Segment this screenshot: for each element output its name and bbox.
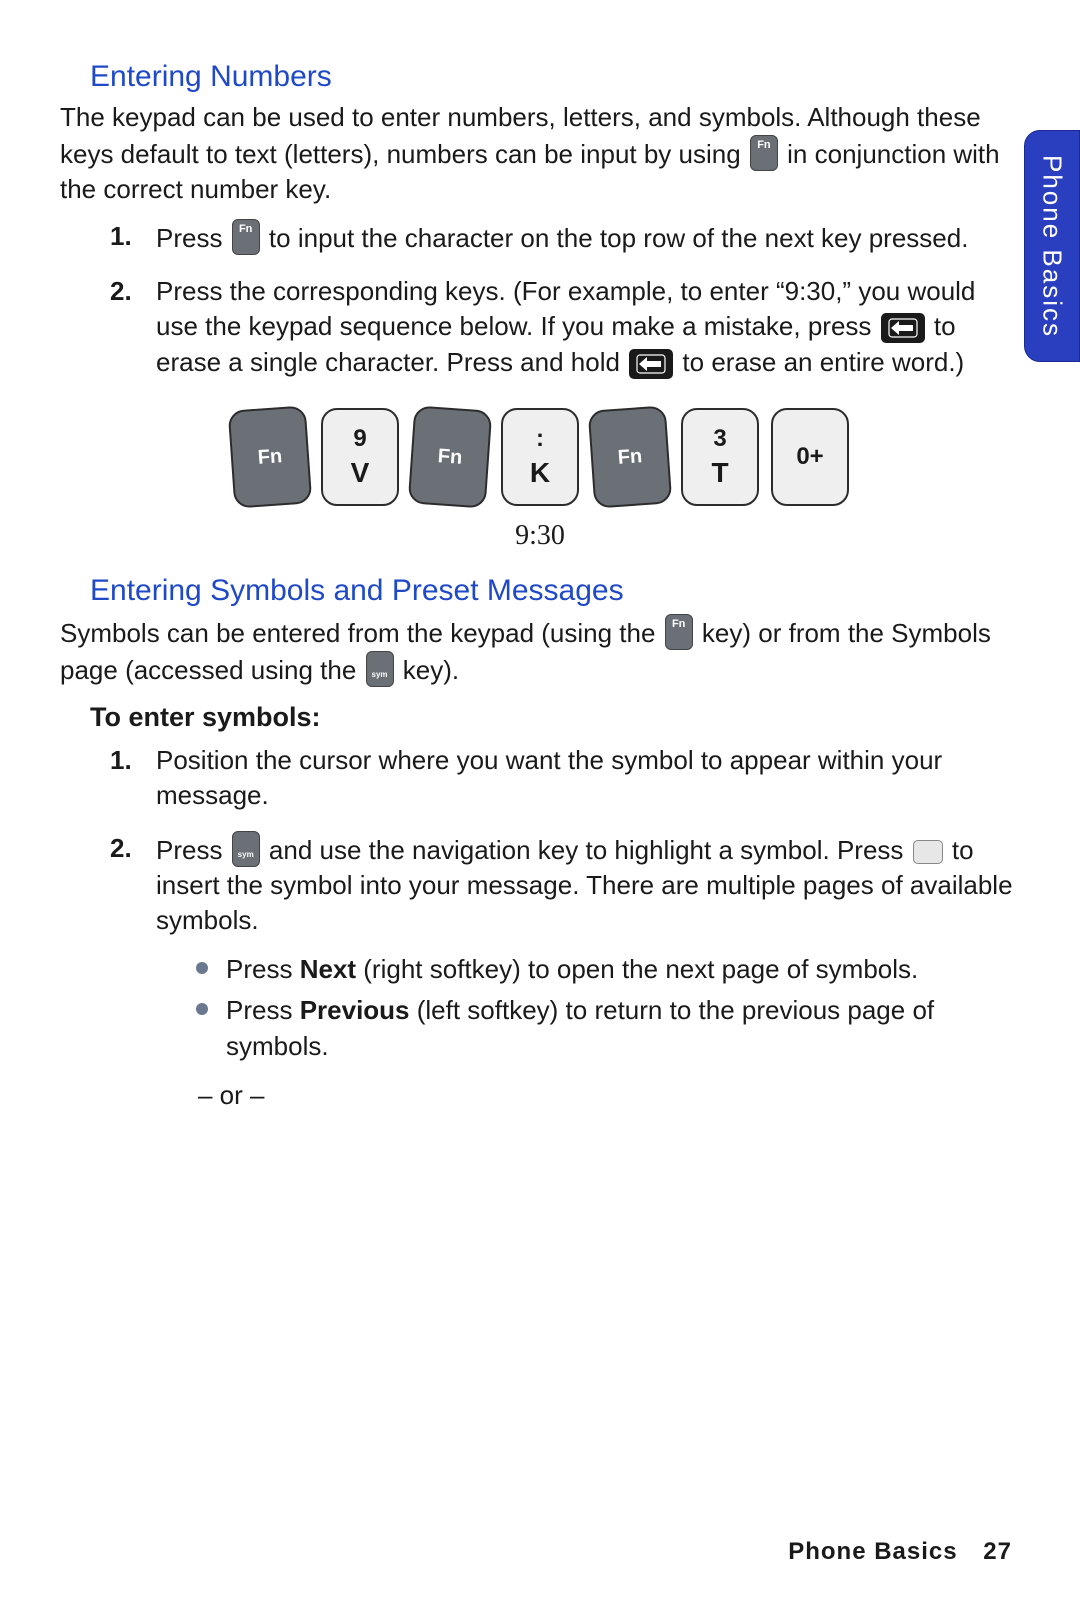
text: (right softkey) to open the next page of… [356,954,918,984]
intro-entering-symbols: Symbols can be entered from the keypad (… [60,614,1020,688]
text: Press [226,954,300,984]
sym-key-label: sym [367,670,393,681]
steps-entering-numbers: 1. Press Fn to input the character on th… [110,219,1020,379]
text: to erase an entire word.) [682,347,964,377]
section-tab-label: Phone Basics [1037,155,1068,338]
step-number: 1. [110,743,132,778]
step-1: 1. Press Fn to input the character on th… [110,219,1020,256]
text: Press [226,995,300,1025]
sym-key-label: sym [233,850,259,861]
step-2: 2. Press sym and use the navigation key … [110,831,1020,1113]
intro-entering-numbers: The keypad can be used to enter numbers,… [60,100,1020,207]
fn-key-icon: Fn [232,219,260,255]
text: to input the character on the top row of… [269,223,969,253]
fn-key-label: Fn [666,617,692,632]
bullet-previous: Press Previous (left softkey) to return … [196,993,1020,1063]
key-sequence-figure: Fn 9V Fn :K Fn 3T 0+ [60,408,1020,506]
key-0plus: 0+ [771,408,849,506]
heading-entering-numbers: Entering Numbers [90,60,1020,94]
fn-key-icon: Fn [665,614,693,650]
section-tab: Phone Basics [1024,130,1080,362]
sym-key-icon: sym [232,831,260,867]
key-9v: 9V [321,408,399,506]
or-divider: – or – [198,1078,1020,1113]
back-key-icon [629,349,673,379]
fn-key-icon: Fn [750,135,778,171]
manual-page: Phone Basics Entering Numbers The keypad… [0,0,1080,1620]
steps-enter-symbols: 1. Position the cursor where you want th… [110,743,1020,1113]
fn-key-label: Fn [233,222,259,237]
ok-key-icon [913,840,943,864]
page-footer: Phone Basics 27 [788,1538,1012,1566]
footer-section: Phone Basics [788,1538,957,1565]
softkey-next: Next [300,954,356,984]
text: Press the corresponding keys. (For examp… [156,276,975,341]
step-2: 2. Press the corresponding keys. (For ex… [110,274,1020,379]
step-1: 1. Position the cursor where you want th… [110,743,1020,813]
bullet-list: Press Next (right softkey) to open the n… [196,952,1020,1063]
key-sequence-caption: 9:30 [60,520,1020,552]
fn-key: Fn [228,405,313,508]
text: Position the cursor where you want the s… [156,745,942,810]
bullet-next: Press Next (right softkey) to open the n… [196,952,1020,987]
text: Symbols can be entered from the keypad (… [60,618,663,648]
key-colon-k: :K [501,408,579,506]
back-key-icon [881,313,925,343]
fn-key-label: Fn [751,138,777,153]
text: and use the navigation key to highlight … [269,835,911,865]
fn-key: Fn [588,405,673,508]
subhead-to-enter-symbols: To enter symbols: [90,702,1020,733]
page-number: 27 [983,1538,1012,1565]
text: Press [156,835,230,865]
fn-key: Fn [408,405,493,508]
text: Press [156,223,230,253]
sym-key-icon: sym [366,651,394,687]
softkey-previous: Previous [300,995,410,1025]
step-number: 2. [110,274,132,309]
step-number: 1. [110,219,132,254]
text: key). [403,655,459,685]
step-number: 2. [110,831,132,866]
key-3t: 3T [681,408,759,506]
heading-entering-symbols: Entering Symbols and Preset Messages [90,574,1020,608]
